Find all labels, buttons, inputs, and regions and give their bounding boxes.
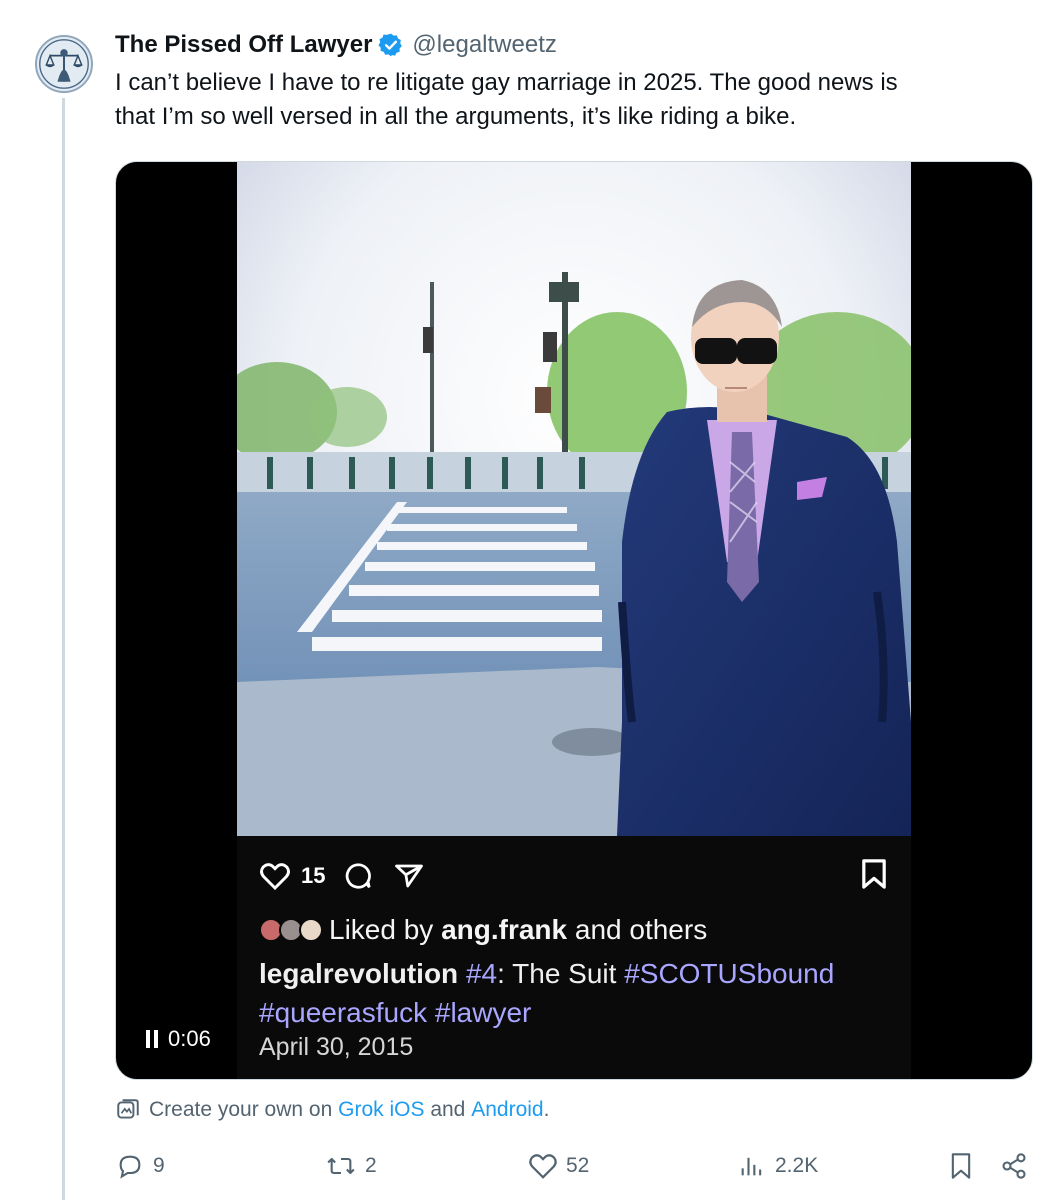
author-display-name[interactable]: The Pissed Off Lawyer [115, 31, 372, 59]
tweet-text: I can’t believe I have to re litigate ga… [115, 69, 898, 130]
liked-by-user: ang.frank [441, 914, 568, 945]
caption-hashtag: #4 [465, 958, 498, 989]
verified-badge-icon[interactable] [378, 32, 404, 58]
tweet-header: The Pissed Off Lawyer @legaltweetz [115, 28, 557, 62]
liker-avatars [259, 916, 323, 944]
share-icon [1002, 1153, 1026, 1179]
thread-connector-line [62, 98, 65, 1200]
avatar[interactable] [35, 35, 93, 93]
grok-ios-link[interactable]: Grok iOS [338, 1098, 424, 1122]
view-count: 2.2K [775, 1154, 819, 1177]
bookmark-icon [951, 1153, 971, 1179]
repost-icon [327, 1157, 355, 1175]
reply-button[interactable]: 9 [115, 1148, 165, 1184]
grok-promo-text: Create your own on [149, 1098, 333, 1121]
bookmark-icon [862, 859, 886, 889]
reply-icon [119, 1155, 141, 1179]
instagram-post-panel: 15 Liked by ang.frank and others legalre… [237, 836, 911, 1079]
views-button[interactable]: 2.2K [737, 1148, 818, 1184]
caption-hashtag: #lawyer [434, 997, 532, 1028]
instagram-like-count: 15 [301, 863, 326, 888]
caption-hashtag: #queerasfuck [259, 997, 428, 1028]
like-button[interactable]: 52 [528, 1148, 589, 1184]
caption-hashtag: #SCOTUSbound [624, 958, 835, 989]
instagram-liked-by: Liked by ang.frank and others [259, 914, 707, 946]
video-player[interactable]: 15 Liked by ang.frank and others legalre… [115, 161, 1033, 1080]
liked-by-suffix: and others [574, 914, 708, 945]
share-button[interactable] [1000, 1148, 1028, 1184]
like-count: 52 [566, 1154, 590, 1177]
grok-promo-and: and [430, 1098, 466, 1121]
grok-promo: Create your own on Grok iOS and Android. [115, 1094, 549, 1126]
grok-android-link[interactable]: Android [471, 1098, 543, 1122]
pause-icon[interactable] [146, 1030, 158, 1048]
grok-imagine-icon [117, 1099, 139, 1119]
instagram-username: legalrevolution [259, 958, 459, 989]
author-handle[interactable]: @legaltweetz [412, 31, 556, 59]
lady-justice-icon [37, 37, 91, 91]
comment-icon [346, 863, 372, 889]
reply-count: 9 [153, 1154, 165, 1177]
video-playback-controls[interactable]: 0:06 [146, 1026, 211, 1052]
heart-icon [529, 1154, 557, 1179]
bookmark-button[interactable] [948, 1148, 974, 1184]
video-frame-photo [237, 162, 911, 836]
heart-icon [260, 863, 290, 891]
repost-button[interactable]: 2 [325, 1148, 377, 1184]
tweet-action-bar: 9 2 52 2.2K [115, 1148, 1035, 1184]
caption-text: : The Suit [497, 958, 617, 989]
analytics-bar-chart-icon [741, 1157, 762, 1176]
liked-by-prefix: Liked by [329, 914, 434, 945]
instagram-actions: 15 [259, 856, 425, 896]
video-elapsed-time: 0:06 [168, 1026, 211, 1051]
share-paper-plane-icon [395, 864, 424, 888]
repost-count: 2 [365, 1154, 377, 1177]
grok-promo-period: . [543, 1098, 550, 1121]
instagram-post-date: April 30, 2015 [259, 1033, 414, 1061]
instagram-caption: legalrevolution #4: The Suit #SCOTUSboun… [259, 954, 899, 1032]
